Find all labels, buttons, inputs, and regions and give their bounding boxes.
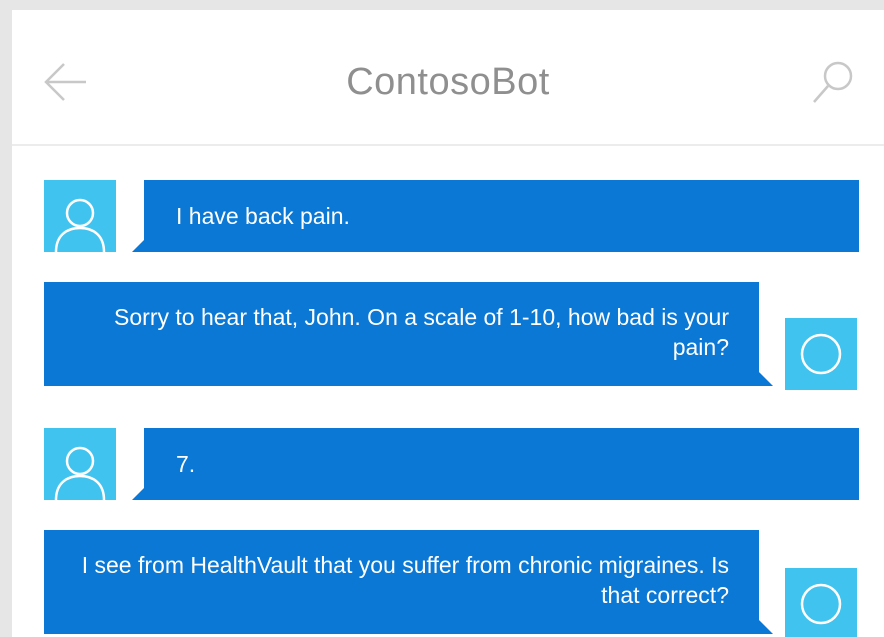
user-avatar-icon bbox=[54, 446, 106, 500]
message-row: 7. bbox=[12, 428, 884, 500]
message-bubble: I have back pain. bbox=[132, 180, 859, 252]
bubble-tail bbox=[132, 240, 144, 252]
bubble-tail bbox=[759, 620, 773, 634]
message-text: Sorry to hear that, John. On a scale of … bbox=[114, 304, 729, 360]
message-text: 7. bbox=[176, 451, 196, 477]
user-avatar bbox=[44, 428, 116, 500]
bubble-tail bbox=[132, 488, 144, 500]
bot-avatar bbox=[785, 318, 857, 390]
message-row: Sorry to hear that, John. On a scale of … bbox=[12, 282, 884, 392]
message-text: I see from HealthVault that you suffer f… bbox=[81, 552, 729, 608]
message-row: I see from HealthVault that you suffer f… bbox=[12, 530, 884, 637]
bot-avatar-icon bbox=[800, 583, 842, 625]
message-bubble: I see from HealthVault that you suffer f… bbox=[44, 530, 773, 634]
chat-window: ContosoBot I have back pain. Sorry to he… bbox=[12, 10, 884, 637]
app-header: ContosoBot bbox=[12, 10, 884, 146]
page-title: ContosoBot bbox=[346, 61, 550, 103]
message-bubble: 7. bbox=[132, 428, 859, 500]
message-row: I have back pain. bbox=[12, 180, 884, 252]
bubble-tail bbox=[759, 372, 773, 386]
message-bubble: Sorry to hear that, John. On a scale of … bbox=[44, 282, 773, 386]
user-avatar bbox=[44, 180, 116, 252]
search-icon bbox=[813, 61, 853, 103]
bot-avatar bbox=[785, 568, 857, 637]
user-avatar-icon bbox=[54, 198, 106, 252]
bot-avatar-icon bbox=[800, 333, 842, 375]
search-button[interactable] bbox=[810, 60, 856, 106]
message-text: I have back pain. bbox=[176, 203, 350, 229]
